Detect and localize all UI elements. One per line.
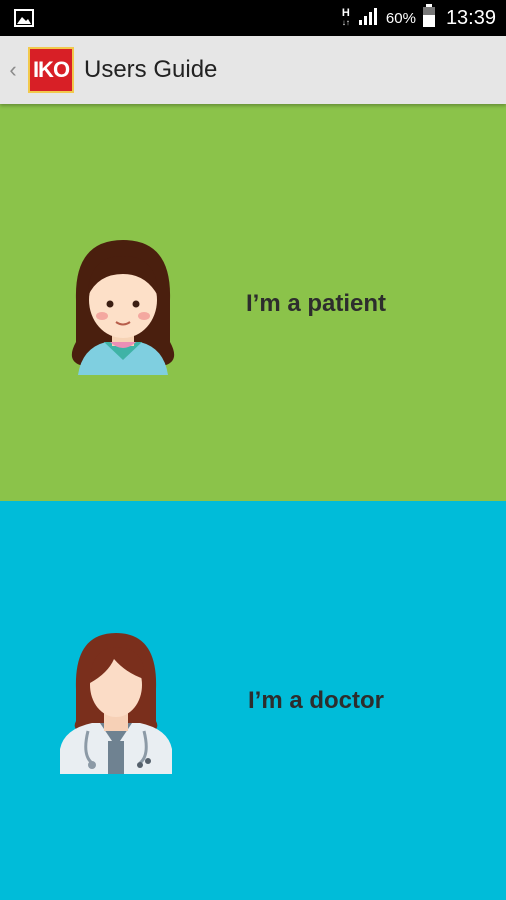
network-type: H ↓↑ bbox=[341, 7, 350, 28]
status-bar: H ↓↑ 60% 13:39 bbox=[0, 0, 506, 36]
doctor-avatar-icon bbox=[56, 629, 176, 774]
battery-percentage: 60% bbox=[385, 9, 416, 27]
app-logo[interactable]: IKO bbox=[28, 47, 74, 93]
patient-label: I’m a patient bbox=[246, 290, 387, 317]
battery-icon bbox=[422, 3, 436, 33]
doctor-label: I’m a doctor bbox=[248, 687, 385, 714]
image-notification-icon bbox=[14, 9, 34, 32]
patient-option[interactable]: I’m a patient bbox=[0, 104, 506, 501]
clock: 13:39 bbox=[445, 6, 496, 29]
back-chevron-icon[interactable]: ‹ bbox=[2, 57, 24, 83]
app-title: Users Guide bbox=[84, 56, 218, 83]
patient-avatar-icon bbox=[56, 230, 190, 375]
app-bar: ‹ IKO Users Guide bbox=[0, 36, 506, 104]
status-indicators: H ↓↑ 60% 13:39 bbox=[340, 0, 496, 36]
doctor-option[interactable]: I’m a doctor bbox=[0, 501, 506, 900]
signal-icon bbox=[358, 6, 380, 31]
